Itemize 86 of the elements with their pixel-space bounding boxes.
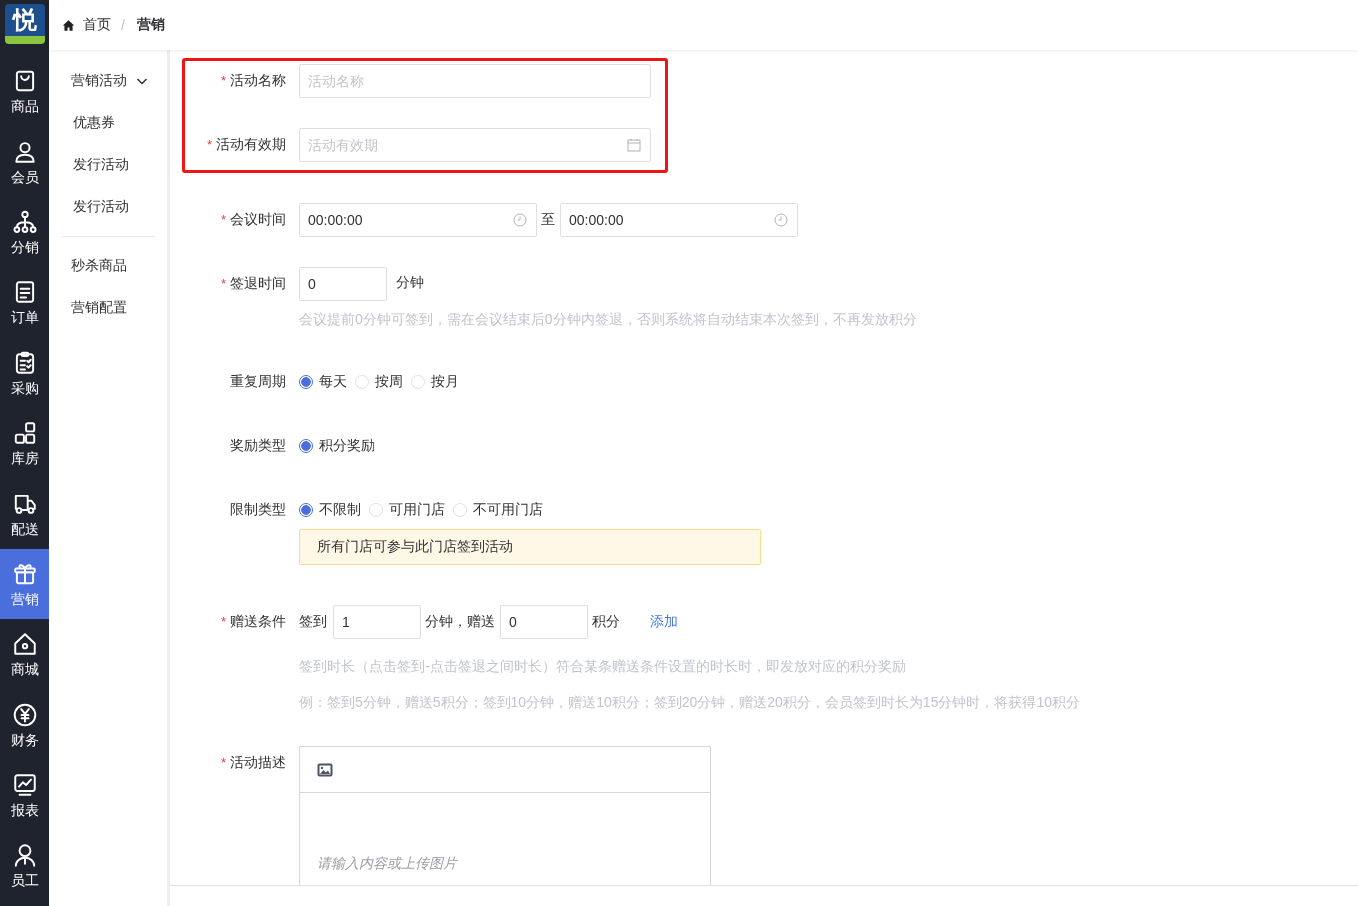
radio-label[interactable]: 积分奖励: [319, 437, 375, 455]
field-label: 活动描述: [230, 754, 286, 770]
time-input[interactable]: 00:00:00: [560, 203, 798, 237]
required-mark: *: [220, 755, 226, 770]
field-label: 签退时间: [230, 275, 286, 291]
range-separator: 至: [541, 211, 555, 229]
required-mark: *: [220, 73, 226, 88]
menu-item[interactable]: 发行活动: [73, 198, 129, 216]
editor-placeholder: 请输入内容或上传图片: [317, 855, 460, 873]
time-input[interactable]: 00:00:00: [299, 203, 537, 237]
nav-item[interactable]: 库房: [0, 407, 49, 479]
text-input[interactable]: 活动名称: [299, 64, 651, 98]
unit-label: 分钟: [396, 273, 424, 292]
nav-label[interactable]: 商城: [10, 661, 39, 678]
field-label: 活动名称: [230, 72, 286, 88]
house-icon: [11, 631, 38, 658]
image-icon[interactable]: [317, 762, 333, 777]
date-input[interactable]: 活动有效期: [299, 128, 651, 162]
menu-item[interactable]: 发行活动: [73, 156, 129, 174]
nav-item[interactable]: 商品: [0, 56, 49, 127]
menu-item[interactable]: 营销配置: [71, 299, 127, 317]
field-label: 限制类型: [230, 501, 286, 517]
nav-label[interactable]: 采购: [10, 379, 39, 396]
nav-item[interactable]: 营销: [0, 548, 49, 620]
radio-button[interactable]: [299, 503, 313, 517]
nav-item[interactable]: 商城: [0, 619, 49, 690]
nav-item[interactable]: 员工: [0, 830, 49, 901]
points-input[interactable]: 0: [500, 605, 588, 639]
nav-label[interactable]: 库房: [10, 450, 39, 467]
nav-item[interactable]: 会员: [0, 126, 49, 197]
nav-item[interactable]: 订单: [0, 267, 49, 338]
menu-item[interactable]: 秒杀商品: [71, 257, 127, 275]
condition-text: 签到: [299, 613, 327, 631]
breadcrumb-separator: /: [121, 17, 125, 33]
field-label: 活动有效期: [216, 136, 286, 152]
field-label: 赠送条件: [230, 613, 286, 629]
breadcrumb-item: 营销: [136, 16, 165, 34]
nav-label[interactable]: 配送: [10, 520, 39, 537]
notice-banner: 所有门店可参与此门店签到活动: [299, 529, 761, 565]
field-label: 重复周期: [230, 373, 286, 389]
hint-text: 会议提前0分钟可签到，需在会议结束后0分钟内签退，否则系统将自动结束本次签到，不再发放积分: [299, 310, 917, 329]
nav-label[interactable]: 分销: [10, 238, 39, 255]
field-label: 会议时间: [230, 211, 286, 227]
breadcrumb-item[interactable]: 首页: [83, 16, 111, 34]
clock-icon: [774, 213, 788, 227]
radio-label[interactable]: 不限制: [319, 501, 361, 519]
nav-item[interactable]: 采购: [0, 337, 49, 408]
nav-label[interactable]: 营销: [10, 590, 39, 607]
nav-label[interactable]: 会员: [10, 168, 39, 185]
hint-text: 签到时长（点击签到-点击签退之间时长）符合某条赠送条件设置的时长时，即发放对应的积分奖励: [299, 657, 907, 676]
yen-icon: [11, 701, 38, 728]
condition-text: 分钟，赠送: [425, 613, 495, 631]
number-input[interactable]: 0: [299, 267, 387, 301]
hint-text: 例：签到5分钟，赠送5积分；签到10分钟，赠送10积分；签到20分钟，赠送20积分，会员签到时长为15分钟时，将获得10积分: [299, 693, 1080, 712]
hierarchy-icon: [11, 208, 38, 235]
nav-label[interactable]: 商品: [10, 98, 39, 115]
nav-label[interactable]: 报表: [10, 802, 39, 819]
menu-item[interactable]: 优惠券: [73, 114, 115, 132]
field-label: 奖励类型: [230, 437, 286, 453]
radio-label[interactable]: 可用门店: [389, 501, 445, 519]
nav-label[interactable]: 订单: [10, 309, 39, 326]
required-mark: *: [206, 137, 212, 152]
radio-label[interactable]: 每天: [319, 373, 347, 391]
radio-label[interactable]: 不可用门店: [473, 501, 543, 519]
nav-item[interactable]: 财务: [0, 689, 49, 760]
radio-label[interactable]: 按周: [375, 373, 403, 391]
required-mark: *: [220, 614, 226, 629]
add-link[interactable]: 添加: [650, 613, 678, 631]
radio-button[interactable]: [299, 375, 313, 389]
app-logo: 悦: [4, 4, 45, 44]
menu-group[interactable]: 营销活动: [71, 72, 127, 90]
radio-button[interactable]: [299, 439, 313, 453]
calendar-icon: [627, 138, 641, 152]
nav-label[interactable]: 员工: [10, 872, 39, 889]
clock-icon: [513, 213, 527, 227]
nav-item[interactable]: 配送: [0, 478, 49, 549]
condition-text: 积分: [592, 613, 620, 631]
nav-item[interactable]: 分销: [0, 196, 49, 268]
nav-label[interactable]: 财务: [10, 731, 39, 748]
minutes-input[interactable]: 1: [333, 605, 421, 639]
home-icon: [62, 18, 75, 32]
required-mark: *: [220, 276, 226, 291]
chart-icon: [11, 772, 38, 799]
radio-label[interactable]: 按月: [431, 373, 459, 391]
nav-item[interactable]: 报表: [0, 759, 49, 831]
required-mark: *: [220, 212, 226, 227]
